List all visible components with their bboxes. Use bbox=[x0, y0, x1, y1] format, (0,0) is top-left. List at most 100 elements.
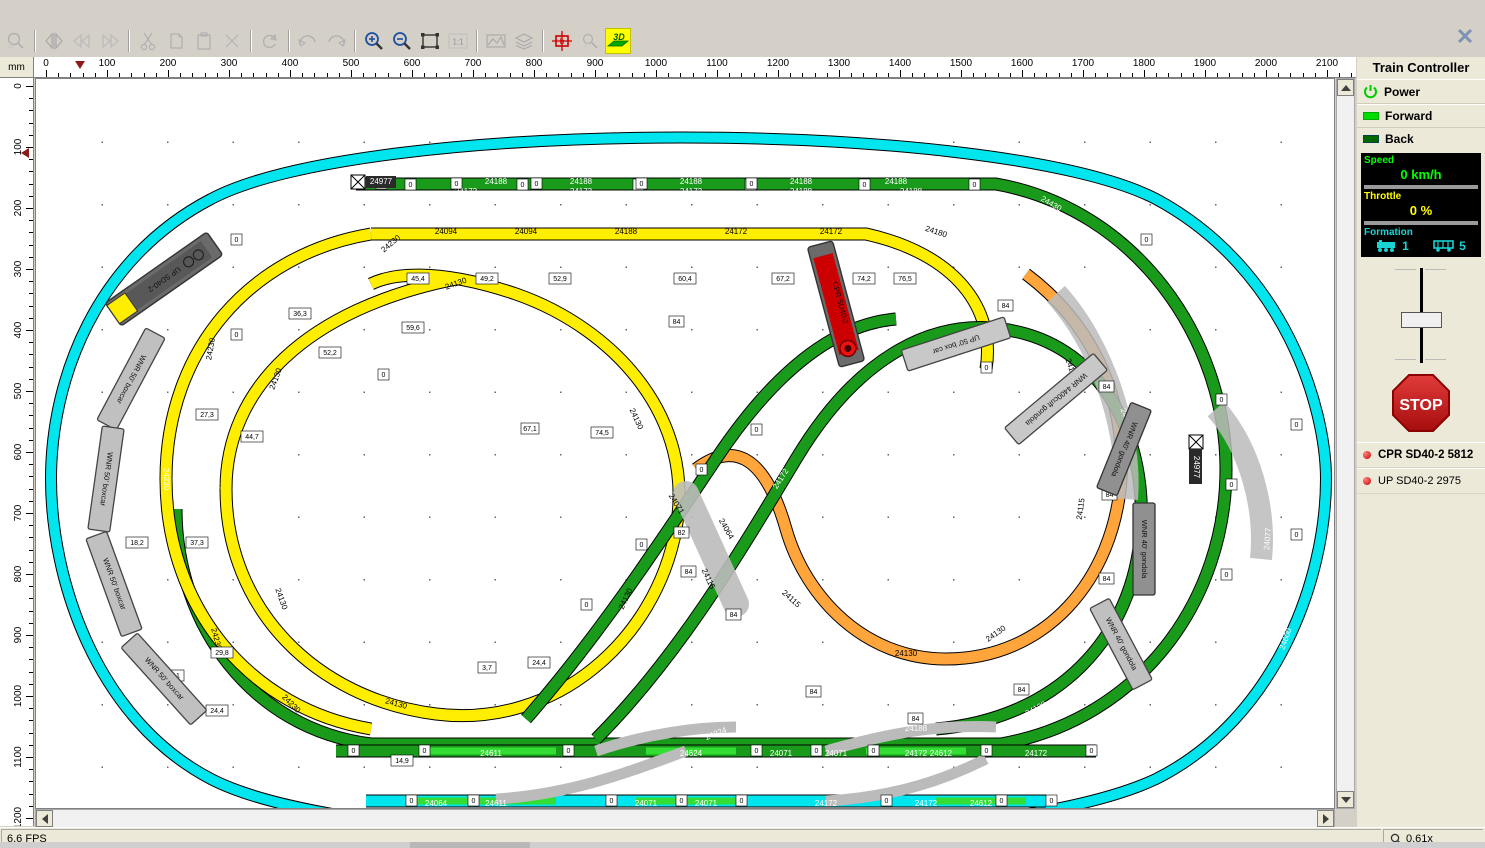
back-button[interactable]: Back bbox=[1357, 128, 1485, 150]
svg-text:24188: 24188 bbox=[790, 177, 813, 186]
svg-text:24,4: 24,4 bbox=[210, 708, 224, 715]
copy-icon[interactable] bbox=[163, 28, 189, 54]
ruler-label: 500 bbox=[13, 382, 24, 400]
ruler-tick bbox=[26, 696, 33, 697]
ruler-tick bbox=[58, 73, 60, 77]
ruler-tick bbox=[912, 73, 914, 77]
svg-text:45,4: 45,4 bbox=[411, 276, 425, 283]
layers-icon[interactable] bbox=[511, 28, 537, 54]
horizontal-ruler[interactable]: mm 0 100 200 300 400 500 600 700 800 900 1000 1100 1… bbox=[0, 57, 1356, 78]
power-label: Power bbox=[1384, 84, 1421, 99]
ruler-tick bbox=[985, 73, 987, 77]
ruler-label: 1000 bbox=[13, 684, 24, 708]
train-control-icon[interactable]: b bbox=[549, 28, 575, 54]
cut-icon[interactable] bbox=[135, 28, 161, 54]
toolbar-separator bbox=[288, 30, 290, 52]
ruler-label: 1100 bbox=[13, 746, 24, 768]
scroll-up-button[interactable] bbox=[1337, 79, 1354, 96]
ruler-tick bbox=[595, 70, 596, 77]
ruler-tick bbox=[1131, 73, 1133, 77]
svg-text:24064: 24064 bbox=[425, 799, 448, 808]
svg-text:24188: 24188 bbox=[790, 187, 813, 196]
svg-text:0: 0 bbox=[235, 237, 239, 244]
inspect-icon[interactable] bbox=[577, 28, 603, 54]
svg-text:24624: 24624 bbox=[680, 749, 703, 758]
undo-icon[interactable] bbox=[295, 28, 321, 54]
ruler-tick bbox=[326, 73, 328, 77]
zoom-out-icon[interactable] bbox=[389, 28, 415, 54]
ruler-tick bbox=[351, 70, 352, 77]
svg-text:0: 0 bbox=[352, 748, 356, 755]
svg-text:0: 0 bbox=[610, 798, 614, 805]
svg-text:24612: 24612 bbox=[970, 799, 993, 808]
zoom-fit-icon[interactable] bbox=[417, 28, 443, 54]
power-button[interactable]: Power bbox=[1357, 79, 1485, 104]
slider-handle[interactable] bbox=[1401, 312, 1442, 328]
ruler-label: 600 bbox=[403, 58, 421, 69]
loco-list-item-cpr[interactable]: CPR SD40-2 5812 bbox=[1357, 442, 1485, 468]
ruler-tick bbox=[94, 73, 96, 77]
svg-text:0: 0 bbox=[1050, 798, 1054, 805]
svg-text:0: 0 bbox=[755, 427, 759, 434]
ruler-tick bbox=[155, 73, 157, 77]
ruler-tick bbox=[692, 73, 694, 77]
scroll-right-button[interactable] bbox=[1317, 810, 1334, 827]
ruler-tick bbox=[29, 488, 33, 490]
ruler-tick bbox=[753, 73, 755, 77]
view-3d-icon[interactable]: 3D bbox=[605, 28, 631, 54]
ruler-tick bbox=[363, 73, 365, 77]
ruler-label: 1400 bbox=[888, 58, 912, 69]
ruler-tick bbox=[26, 269, 33, 270]
stop-button[interactable]: STOP bbox=[1390, 372, 1452, 434]
throttle-value: 0 % bbox=[1409, 203, 1433, 218]
ruler-tick bbox=[1205, 70, 1206, 77]
vertical-scrollbar[interactable] bbox=[1336, 78, 1355, 809]
rotate-right-icon[interactable] bbox=[97, 28, 123, 54]
ruler-tick bbox=[1009, 73, 1011, 77]
ruler-tick bbox=[473, 70, 474, 77]
svg-text:24188: 24188 bbox=[680, 177, 703, 186]
zoom-select-icon[interactable] bbox=[3, 28, 29, 54]
scroll-left-button[interactable] bbox=[36, 810, 53, 827]
toolbar-separator bbox=[250, 30, 252, 52]
ruler-label: 2000 bbox=[1254, 58, 1278, 69]
speed-value: 0 km/h bbox=[1400, 167, 1442, 182]
loco-name: UP SD40-2 2975 bbox=[1378, 475, 1461, 487]
ruler-tick bbox=[485, 73, 487, 77]
rotate-icon[interactable] bbox=[257, 28, 283, 54]
flip-icon[interactable] bbox=[41, 28, 67, 54]
scroll-down-button[interactable] bbox=[1337, 791, 1354, 808]
vertical-ruler[interactable]: 0 100 200 300 400 500 600 700 800 900 1000 1100 1200 bbox=[0, 78, 34, 826]
horizontal-scrollbar[interactable] bbox=[35, 809, 1335, 828]
ruler-tick bbox=[1339, 73, 1341, 77]
throttle-label: Throttle bbox=[1364, 191, 1402, 202]
redo-icon[interactable] bbox=[323, 28, 349, 54]
svg-text:84: 84 bbox=[673, 319, 681, 326]
ruler-tick bbox=[29, 366, 33, 368]
throttle-slider[interactable] bbox=[1357, 263, 1485, 368]
ruler-tick bbox=[241, 73, 243, 77]
ruler-tick bbox=[814, 73, 816, 77]
ruler-tick bbox=[29, 732, 33, 734]
delete-icon[interactable] bbox=[219, 28, 245, 54]
ruler-tick bbox=[1278, 73, 1280, 77]
speed-bar bbox=[1364, 185, 1478, 189]
svg-text:84: 84 bbox=[1103, 576, 1111, 583]
taskbar-item[interactable] bbox=[410, 842, 530, 848]
ruler-label: 300 bbox=[220, 58, 238, 69]
rotate-left-icon[interactable] bbox=[69, 28, 95, 54]
forward-button[interactable]: Forward bbox=[1357, 104, 1485, 128]
paste-icon[interactable] bbox=[191, 28, 217, 54]
zoom-in-icon[interactable] bbox=[361, 28, 387, 54]
loco-list-item-up[interactable]: UP SD40-2 2975 bbox=[1357, 468, 1485, 494]
ruler-tick bbox=[412, 70, 413, 77]
ruler-label: 400 bbox=[281, 58, 299, 69]
toolbar-separator bbox=[34, 30, 36, 52]
ruler-label: 500 bbox=[342, 58, 360, 69]
terrain-icon[interactable] bbox=[483, 28, 509, 54]
track-plan-canvas[interactable]: 24172 24172 24172 24188 24188 24430 2443… bbox=[35, 78, 1335, 809]
zoom-actual-icon[interactable]: 1:1 bbox=[445, 28, 471, 54]
close-button[interactable] bbox=[1451, 22, 1479, 50]
svg-text:24977: 24977 bbox=[370, 177, 393, 186]
svg-text:3D: 3D bbox=[613, 32, 625, 42]
